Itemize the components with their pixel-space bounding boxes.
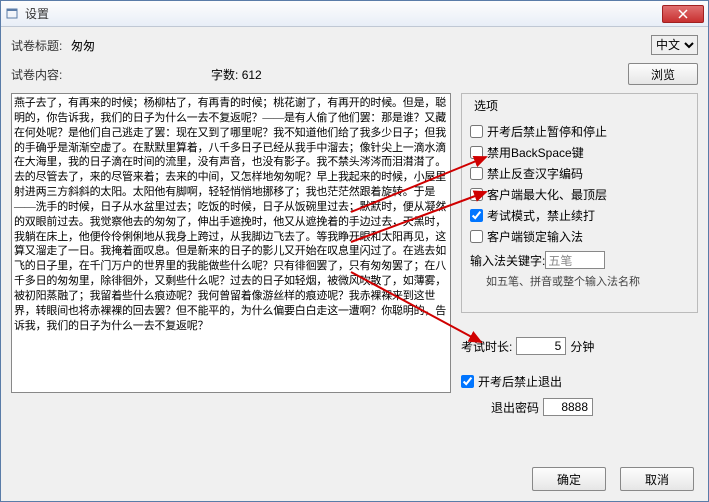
opt-exam-mode-label: 考试模式，禁止续打	[487, 207, 595, 224]
ok-button[interactable]: 确定	[532, 467, 606, 491]
opt-disable-pause[interactable]	[470, 125, 483, 138]
options-legend: 选项	[470, 99, 502, 113]
opt-disable-exit-label: 开考后禁止退出	[478, 373, 562, 390]
opt-exam-mode[interactable]	[470, 209, 483, 222]
content-label: 试卷内容:	[11, 66, 71, 83]
language-select[interactable]: 中文	[651, 35, 698, 55]
opt-disable-backspace[interactable]	[470, 146, 483, 159]
opt-disable-hanzi-lookup[interactable]	[470, 167, 483, 180]
exit-password-label: 退出密码	[491, 399, 539, 416]
opt-disable-hanzi-lookup-label: 禁止反查汉字编码	[487, 165, 583, 182]
browse-button[interactable]: 浏览	[628, 63, 698, 85]
window-title: 设置	[25, 5, 662, 22]
close-button[interactable]	[662, 5, 704, 23]
ime-keyword-label: 输入法关键字:	[470, 252, 545, 269]
opt-maximize-topmost[interactable]	[470, 188, 483, 201]
ime-keyword-input[interactable]	[545, 251, 605, 269]
duration-input[interactable]	[516, 337, 566, 355]
close-icon	[678, 9, 688, 19]
opt-lock-ime[interactable]	[470, 230, 483, 243]
opt-disable-exit[interactable]	[461, 375, 474, 388]
cancel-button[interactable]: 取消	[620, 467, 694, 491]
options-fieldset: 选项 开考后禁止暂停和停止 禁用BackSpace键 禁止反查汉字编码 客户端最…	[461, 93, 698, 313]
opt-disable-backspace-label: 禁用BackSpace键	[487, 144, 584, 161]
duration-label: 考试时长:	[461, 338, 512, 355]
opt-maximize-topmost-label: 客户端最大化、最顶层	[487, 186, 607, 203]
wordcount-label: 字数: 612	[211, 66, 262, 83]
app-icon	[5, 6, 21, 22]
opt-disable-pause-label: 开考后禁止暂停和停止	[487, 123, 607, 140]
title-label: 试卷标题:	[11, 37, 71, 54]
opt-lock-ime-label: 客户端锁定输入法	[487, 228, 583, 245]
content-textarea[interactable]: 燕子去了，有再来的时候；杨柳枯了，有再青的时候；桃花谢了，有再开的时候。但是，聪…	[11, 93, 451, 393]
exit-password-input[interactable]	[543, 398, 593, 416]
ime-hint: 如五笔、拼音或整个输入法名称	[486, 273, 689, 289]
duration-unit: 分钟	[570, 338, 594, 355]
title-input[interactable]	[71, 38, 351, 52]
